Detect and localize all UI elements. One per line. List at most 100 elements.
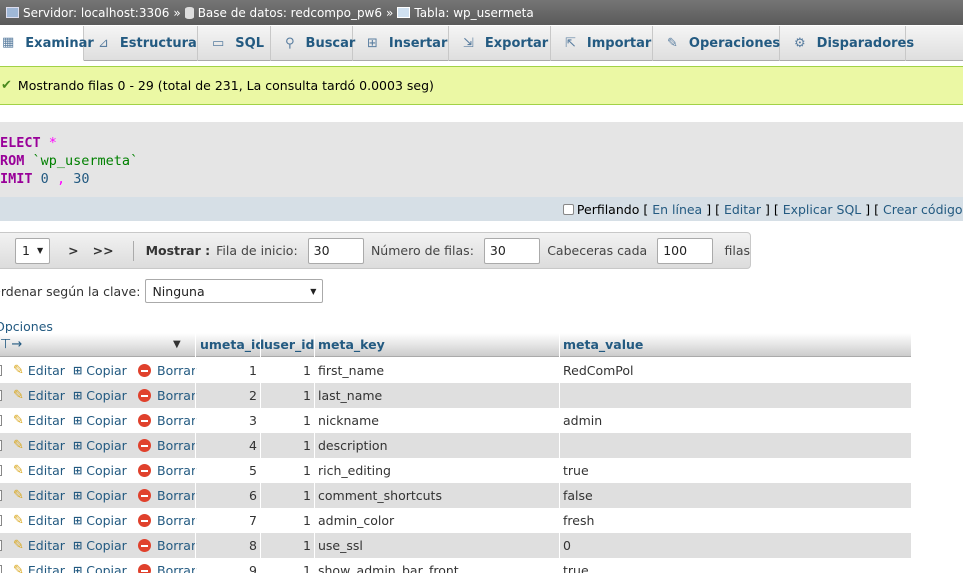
edit-sql-link[interactable]: Editar (724, 202, 761, 217)
column-header-meta-key[interactable]: meta_key (318, 333, 385, 357)
options-label[interactable]: Opciones (0, 319, 53, 334)
delete-row-button[interactable]: Borrar (138, 483, 196, 508)
row-checkbox[interactable] (0, 515, 2, 526)
cell-umeta-id[interactable]: 2 (200, 383, 257, 408)
row-checkbox[interactable] (0, 440, 2, 451)
start-row-input[interactable]: 30 (307, 237, 364, 264)
cell-meta-key[interactable]: admin_color (318, 508, 394, 533)
cell-user-id[interactable]: 1 (264, 533, 311, 558)
delete-row-button[interactable]: Borrar (138, 458, 196, 483)
column-header-meta-value[interactable]: meta_value (563, 333, 643, 357)
cell-meta-key[interactable]: use_ssl (318, 533, 363, 558)
cell-umeta-id[interactable]: 6 (200, 483, 257, 508)
breadcrumb-database-label[interactable]: Base de datos: redcompo_pw6 (198, 6, 382, 20)
row-checkbox[interactable] (0, 490, 2, 501)
cell-meta-key[interactable]: description (318, 433, 388, 458)
tab-importar[interactable]: ⇱ Importar (551, 26, 653, 61)
tab-exportar[interactable]: ⇲ Exportar (449, 26, 551, 61)
breadcrumb-server[interactable]: Servidor: localhost:3306 (6, 6, 169, 20)
edit-row-button[interactable]: ✎ Editar (13, 433, 65, 458)
breadcrumb-table[interactable]: Tabla: wp_usermeta (397, 6, 534, 20)
copy-row-button[interactable]: ⊞ Copiar (73, 558, 127, 573)
cell-meta-value[interactable]: admin (563, 408, 602, 433)
delete-row-button[interactable]: Borrar (138, 408, 196, 433)
delete-row-button[interactable]: Borrar (138, 508, 196, 533)
cell-user-id[interactable]: 1 (264, 483, 311, 508)
column-header-user-id[interactable]: user_id (264, 333, 314, 357)
copy-row-button[interactable]: ⊞ Copiar (73, 508, 127, 533)
copy-row-button[interactable]: ⊞ Copiar (73, 358, 127, 383)
breadcrumb-database[interactable]: Base de datos: redcompo_pw6 (184, 6, 382, 20)
edit-row-button[interactable]: ✎ Editar (13, 358, 65, 383)
copy-row-button[interactable]: ⊞ Copiar (73, 458, 127, 483)
tab-insertar[interactable]: ⊞ Insertar (353, 26, 449, 61)
cell-user-id[interactable]: 1 (264, 358, 311, 383)
cell-meta-value[interactable]: true (563, 458, 589, 483)
cell-meta-value[interactable]: fresh (563, 508, 594, 533)
explain-sql-link[interactable]: Explicar SQL (783, 202, 862, 217)
cell-user-id[interactable]: 1 (264, 433, 311, 458)
expand-columns-icon[interactable]: ⊤→ (0, 333, 22, 357)
cell-umeta-id[interactable]: 5 (200, 458, 257, 483)
options-link[interactable]: Opciones (0, 319, 53, 334)
rows-count-input[interactable]: 30 (483, 237, 541, 264)
edit-row-button[interactable]: ✎ Editar (13, 508, 65, 533)
cell-umeta-id[interactable]: 7 (200, 508, 257, 533)
row-checkbox[interactable] (0, 415, 2, 426)
cell-meta-key[interactable]: nickname (318, 408, 379, 433)
copy-row-button[interactable]: ⊞ Copiar (73, 408, 127, 433)
copy-row-button[interactable]: ⊞ Copiar (73, 383, 127, 408)
cell-umeta-id[interactable]: 4 (200, 433, 257, 458)
tab-examinar[interactable]: ▦ Examinar (0, 26, 94, 61)
edit-row-button[interactable]: ✎ Editar (13, 408, 65, 433)
profiling-checkbox[interactable] (562, 203, 574, 215)
row-checkbox[interactable] (0, 565, 2, 573)
delete-row-button[interactable]: Borrar (138, 358, 196, 383)
edit-row-button[interactable]: ✎ Editar (13, 483, 65, 508)
sort-by-key-select[interactable]: Ninguna ▼ (145, 279, 324, 303)
copy-row-button[interactable]: ⊞ Copiar (73, 433, 127, 458)
edit-row-button[interactable]: ✎ Editar (13, 383, 65, 408)
edit-row-button[interactable]: ✎ Editar (13, 458, 65, 483)
page-select[interactable]: 1 ▼ (15, 237, 51, 264)
tab-operaciones[interactable]: ✎ Operaciones (653, 26, 780, 61)
cell-umeta-id[interactable]: 3 (200, 408, 257, 433)
cell-meta-key[interactable]: show_admin_bar_front (318, 558, 459, 573)
cell-umeta-id[interactable]: 9 (200, 558, 257, 573)
tab-estructura[interactable]: ⊿ Estructura (84, 26, 198, 61)
tab-disparadores[interactable]: ⚙ Disparadores (780, 26, 914, 61)
cell-user-id[interactable]: 1 (264, 558, 311, 573)
cell-umeta-id[interactable]: 8 (200, 533, 257, 558)
inline-edit-link[interactable]: En línea (652, 202, 702, 217)
next-page-button[interactable]: > (61, 243, 85, 258)
headers-every-input[interactable]: 100 (657, 237, 714, 264)
row-checkbox[interactable] (0, 540, 2, 551)
sort-dropdown-icon[interactable]: ▼ (173, 333, 181, 357)
cell-meta-value[interactable]: false (563, 483, 593, 508)
tab-buscar[interactable]: ⚲ Buscar (271, 26, 355, 61)
cell-umeta-id[interactable]: 1 (200, 358, 257, 383)
profiling-label[interactable]: Perfilando (577, 202, 639, 217)
cell-meta-key[interactable]: last_name (318, 383, 382, 408)
edit-row-button[interactable]: ✎ Editar (13, 558, 65, 573)
delete-row-button[interactable]: Borrar (138, 558, 196, 573)
create-php-code-link[interactable]: Crear código PHP (883, 202, 963, 217)
cell-user-id[interactable]: 1 (264, 383, 311, 408)
cell-meta-value[interactable]: true (563, 558, 589, 573)
breadcrumb-server-label[interactable]: Servidor: localhost:3306 (23, 6, 169, 20)
cell-user-id[interactable]: 1 (264, 508, 311, 533)
row-checkbox[interactable] (0, 365, 2, 376)
edit-row-button[interactable]: ✎ Editar (13, 533, 65, 558)
cell-user-id[interactable]: 1 (264, 408, 311, 433)
delete-row-button[interactable]: Borrar (138, 383, 196, 408)
column-header-umeta-id[interactable]: umeta_id (200, 333, 264, 357)
last-page-button[interactable]: >> (86, 243, 121, 258)
tab-sql[interactable]: ▭ SQL (198, 26, 271, 61)
cell-meta-key[interactable]: comment_shortcuts (318, 483, 442, 508)
row-checkbox[interactable] (0, 390, 2, 401)
cell-user-id[interactable]: 1 (264, 458, 311, 483)
copy-row-button[interactable]: ⊞ Copiar (73, 533, 127, 558)
cell-meta-value[interactable]: 0 (563, 533, 571, 558)
delete-row-button[interactable]: Borrar (138, 433, 196, 458)
cell-meta-key[interactable]: rich_editing (318, 458, 391, 483)
